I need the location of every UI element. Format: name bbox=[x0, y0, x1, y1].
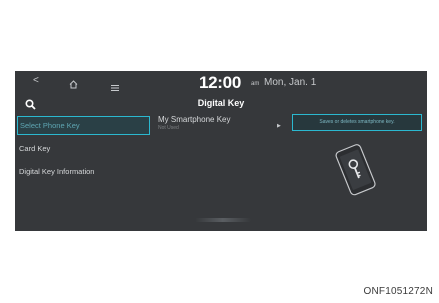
page-title: Digital Key bbox=[197, 98, 245, 108]
clock-ampm: am bbox=[251, 81, 260, 87]
status-bar: < 12:00 am Mon, Jan. 1 bbox=[15, 71, 427, 93]
smartphone-key-icon bbox=[327, 143, 383, 204]
help-tooltip: Saves or deletes smartphone key. bbox=[292, 114, 422, 131]
my-smartphone-key-status: Not Used bbox=[158, 125, 179, 131]
my-smartphone-key-title[interactable]: My Smartphone Key bbox=[158, 115, 230, 124]
sidebar-item-label: Digital Key Information bbox=[19, 167, 95, 176]
menu-icon[interactable] bbox=[111, 78, 119, 96]
infotainment-screen: < 12:00 am Mon, Jan. 1 Digital Key Selec… bbox=[15, 71, 427, 231]
home-icon[interactable] bbox=[69, 76, 78, 94]
sidebar-item-card-key[interactable]: Card Key bbox=[17, 139, 150, 158]
clock: 12:00 bbox=[199, 73, 241, 92]
back-icon[interactable]: < bbox=[33, 75, 39, 86]
chevron-right-icon[interactable]: ▶ bbox=[277, 123, 281, 129]
sidebar-item-select-phone-key[interactable]: Select Phone Key bbox=[17, 116, 150, 135]
sidebar-item-digital-key-information[interactable]: Digital Key Information bbox=[17, 162, 150, 181]
home-indicator bbox=[195, 218, 251, 222]
sidebar-item-label: Card Key bbox=[19, 144, 51, 153]
sidebar-item-label: Select Phone Key bbox=[20, 121, 80, 130]
image-code: ONF1051272N bbox=[363, 286, 433, 297]
date: Mon, Jan. 1 bbox=[264, 77, 317, 88]
